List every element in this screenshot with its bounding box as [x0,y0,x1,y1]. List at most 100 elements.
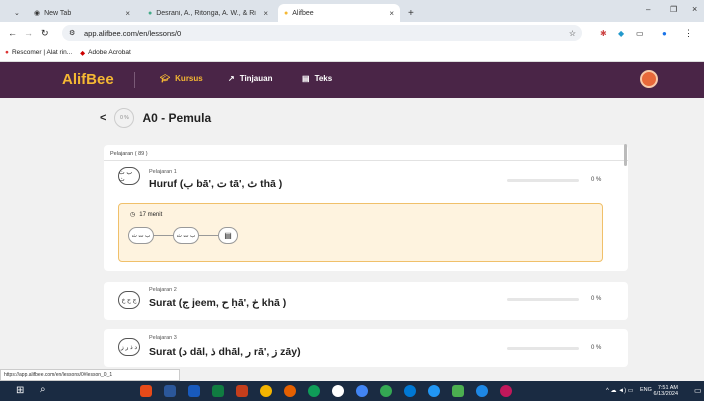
extension-icon[interactable]: ◆ [618,29,624,38]
word-icon[interactable] [188,385,200,397]
windows-taskbar: ⊞ ⌕ ^ ☁ ◄) ▭ ENG 7:51 AM 6/13/2024 ▭ [0,381,704,401]
chrome-icon[interactable] [260,385,272,397]
acrobat-icon: ◆ [80,49,86,57]
close-icon[interactable]: × [389,9,394,18]
step-letters-button[interactable]: ﺏ ﺕ ﺙ [173,227,199,244]
page-icon: ● [148,9,153,17]
clock-icon: ◷ [130,212,136,218]
lesson-number: Pelajaran 1 [149,169,177,175]
excel-icon[interactable] [212,385,224,397]
new-tab-button[interactable]: + [402,4,416,22]
chart-icon: ↗ [228,74,235,83]
taskbar-app-icon[interactable] [476,385,488,397]
taskbar-app-icon[interactable] [380,385,392,397]
page-title: A0 - Pemula [142,111,212,125]
close-icon[interactable]: × [263,9,268,18]
lessons-count-header: Pelajaran ( 89 ) [110,151,148,157]
minimize-icon[interactable]: – [646,5,650,14]
edge-icon[interactable] [404,385,416,397]
status-url: https://app.alifbee.com/en/lessons/0#les… [0,369,180,381]
tab-search-button[interactable]: ⌄ [8,4,24,22]
forward-arrow-icon[interactable]: → [24,28,33,38]
lesson-title[interactable]: Huruf (ﺏ bā', ﺕ tā', ﺙ thā ) [149,178,282,190]
powerpoint-icon[interactable] [236,385,248,397]
lesson-percent: 0 % [591,296,602,302]
level-progress-circle: 0 % [114,108,135,128]
app-navbar: AlifBee 🎓︎ Kursus ↗ Tinjauan ▤ Teks [0,62,704,98]
lesson-number: Pelajaran 2 [149,287,177,293]
bookmark-star-icon[interactable]: ☆ [569,29,576,38]
lesson-detail-box[interactable]: ◷ 17 menit ﺏ ﺕ ﺙ ﺏ ﺕ ﺙ ▤ [118,203,603,262]
bookmark-item[interactable]: Adobe Acrobat [88,49,131,56]
step-connector [154,235,173,236]
back-arrow-icon[interactable]: ← [8,28,17,38]
back-button[interactable]: < [100,112,106,124]
alifbee-favicon-icon: ● [284,9,289,17]
close-icon[interactable]: × [125,9,130,18]
taskbar-app-icon[interactable] [164,385,176,397]
taskbar-app-icon[interactable] [500,385,512,397]
scrollbar[interactable] [624,144,627,166]
lesson-progress-bar [507,179,579,182]
quiz-document-icon: ▤ [224,231,232,240]
notification-icon[interactable]: ▭ [694,386,702,395]
taskbar-app-icon[interactable] [452,385,464,397]
lesson-progress-bar [507,298,579,301]
document-icon: ▤ [302,74,310,83]
address-bar-row: ← → ↻ ⚙ app.alifbee.com/en/lessons/0 ☆ ✱… [0,22,704,44]
step-quiz-button[interactable]: ▤ [218,227,238,244]
sidepanel-icon[interactable]: ▭ [636,29,644,38]
page-header: < 0 % A0 - Pemula [100,108,211,128]
url-input[interactable]: ⚙ app.alifbee.com/en/lessons/0 ☆ [62,25,582,41]
bookmark-item[interactable]: Rescomer | Alat rin... [12,49,72,56]
taskbar-app-icon[interactable] [428,385,440,397]
lesson-number: Pelajaran 3 [149,335,177,341]
taskbar-app-icon[interactable] [356,385,368,397]
lesson-letters-icon: ﺝ ﺡ ﺥ [118,291,140,309]
step-connector [199,235,218,236]
close-window-icon[interactable]: × [692,4,697,14]
plus-icon: + [408,7,414,19]
lesson-title[interactable]: Surat (ﺝ jeem, ﺡ ḥā', ﺥ khā ) [149,297,286,309]
windows-start-icon[interactable]: ⊞ [16,385,24,396]
tab-alifbee[interactable]: ● Alifbee × [278,4,400,22]
step-letters-button[interactable]: ﺏ ﺕ ﺙ [128,227,154,244]
nav-teks[interactable]: ▤ Teks [302,74,332,83]
chevron-down-icon: ⌄ [14,10,20,17]
browser-tab-strip: ⌄ ◉ New Tab × ● Desrani, A., Ritonga, A.… [0,0,704,22]
firefox-icon[interactable] [284,385,296,397]
nav-kursus[interactable]: 🎓︎ Kursus [160,74,203,83]
reload-icon[interactable]: ↻ [41,28,49,39]
lesson-letters-icon: ﺏ ﺕ ﺙ [118,167,140,185]
lesson-progress-bar [507,347,579,350]
user-avatar[interactable] [640,70,658,88]
profile-icon[interactable]: ● [662,29,667,38]
restore-icon[interactable]: ❐ [670,5,677,14]
taskbar-app-icon[interactable] [332,385,344,397]
taskbar-app-icon[interactable] [140,385,152,397]
search-icon[interactable]: ⌕ [40,384,46,395]
site-info-icon[interactable]: ⚙ [69,29,75,37]
lesson-card[interactable]: ﺝ ﺡ ﺥ Pelajaran 2 Surat (ﺝ jeem, ﺡ ḥā', … [104,282,628,320]
lesson-title[interactable]: Surat (ﺩ dāl, ﺫ dhāl, ﺭ rā', ﺯ zāy) [149,346,301,358]
lesson-letters-icon: ﺩ ﺫ ﺭ ﺯ [118,338,140,356]
divider [104,160,628,161]
lesson-card[interactable]: ﺩ ﺫ ﺭ ﺯ Pelajaran 3 Surat (ﺩ dāl, ﺫ dhāl… [104,329,628,367]
lesson-percent: 0 % [591,345,602,351]
clock[interactable]: 7:51 AM 6/13/2024 [654,385,678,397]
tab-desrani[interactable]: ● Desrani, A., Ritonga, A. W., & Ri × [142,4,274,22]
lesson-percent: 0 % [591,177,602,183]
divider [134,72,135,88]
chrome-icon: ◉ [34,10,41,17]
taskbar-app-icon[interactable] [308,385,320,397]
menu-dots-icon[interactable]: ⋮ [684,28,693,39]
alifbee-logo[interactable]: AlifBee [62,71,114,88]
nav-tinjauan[interactable]: ↗ Tinjauan [228,74,272,83]
tab-new-tab[interactable]: ◉ New Tab × [28,4,136,22]
language-indicator[interactable]: ENG [640,387,652,393]
extension-icon[interactable]: ✱ [600,29,607,38]
graduation-cap-icon: 🎓︎ [160,74,171,83]
system-tray-icons[interactable]: ^ ☁ ◄) ▭ [606,387,633,394]
duration-row: ◷ 17 menit [130,211,163,219]
bookmark-favicon-icon: ● [5,49,9,56]
